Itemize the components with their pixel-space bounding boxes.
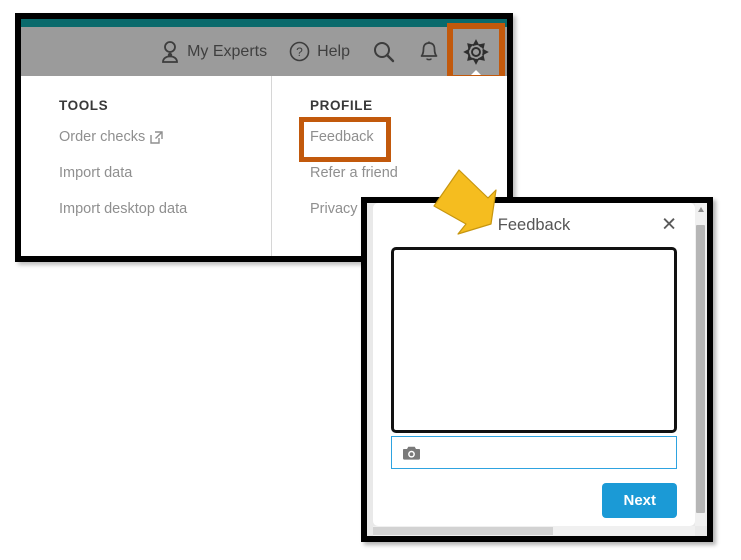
menu-heading-profile: PROFILE [310,98,373,113]
menu-item-import-desktop-data[interactable]: Import desktop data [59,201,187,217]
bell-icon [418,40,440,64]
menu-item-feedback[interactable]: Feedback [299,117,391,162]
menu-heading-tools: TOOLS [59,98,109,113]
toolbar-item-help[interactable]: ? Help [278,27,361,76]
close-icon[interactable]: ✕ [661,216,677,235]
menu-item-feedback-label: Feedback [310,129,374,145]
dialog-header: Feedback ✕ [373,203,695,247]
camera-icon [402,445,421,461]
menu-item-import-data[interactable]: Import data [59,165,132,181]
dialog-title: Feedback [497,215,571,234]
menu-item-refer-a-friend-label: Refer a friend [310,165,398,181]
toolbar-item-my-experts[interactable]: My Experts [149,27,278,76]
vertical-scroll-thumb[interactable] [696,225,705,513]
toolbar-item-notifications[interactable] [407,27,451,76]
feedback-textarea[interactable] [391,247,677,433]
horizontal-scroll-thumb[interactable] [373,527,553,535]
menu-item-order-checks-label: Order checks [59,129,146,145]
menu-column-tools: TOOLS Order checks Import data Import de… [21,76,271,256]
dialog-footer: Next [391,483,677,518]
external-link-icon [150,130,163,144]
menu-item-order-checks[interactable]: Order checks [59,129,163,145]
teal-accent-strip [21,19,507,27]
scroll-up-arrow-icon[interactable] [698,207,704,212]
app-toolbar: My Experts ? Help [21,23,507,81]
menu-item-import-data-label: Import data [59,165,133,181]
dialog-horizontal-scrollbar[interactable] [373,526,695,536]
menu-item-privacy[interactable]: Privacy [310,201,358,217]
toolbar-label-help: Help [317,42,350,60]
menu-item-refer-a-friend[interactable]: Refer a friend [310,165,398,181]
search-icon [372,40,396,64]
yellow-arrow-annotation [428,168,506,240]
menu-item-privacy-label: Privacy [310,201,358,217]
next-button[interactable]: Next [602,483,677,518]
menu-item-import-desktop-data-label: Import desktop data [59,201,188,217]
person-icon [160,40,180,64]
toolbar-item-search[interactable] [361,27,407,76]
dialog-vertical-scrollbar[interactable] [695,203,707,526]
svg-text:?: ? [296,45,303,59]
feedback-dialog-screenshot-panel: Feedback ✕ Next [361,197,713,542]
help-circle-icon: ? [289,41,310,62]
gear-icon [463,38,489,65]
attach-screenshot-field[interactable] [391,436,677,469]
toolbar-item-settings-gear[interactable] [447,23,505,81]
toolbar-label-my-experts: My Experts [187,42,268,60]
feedback-dialog: Feedback ✕ Next [373,203,695,526]
